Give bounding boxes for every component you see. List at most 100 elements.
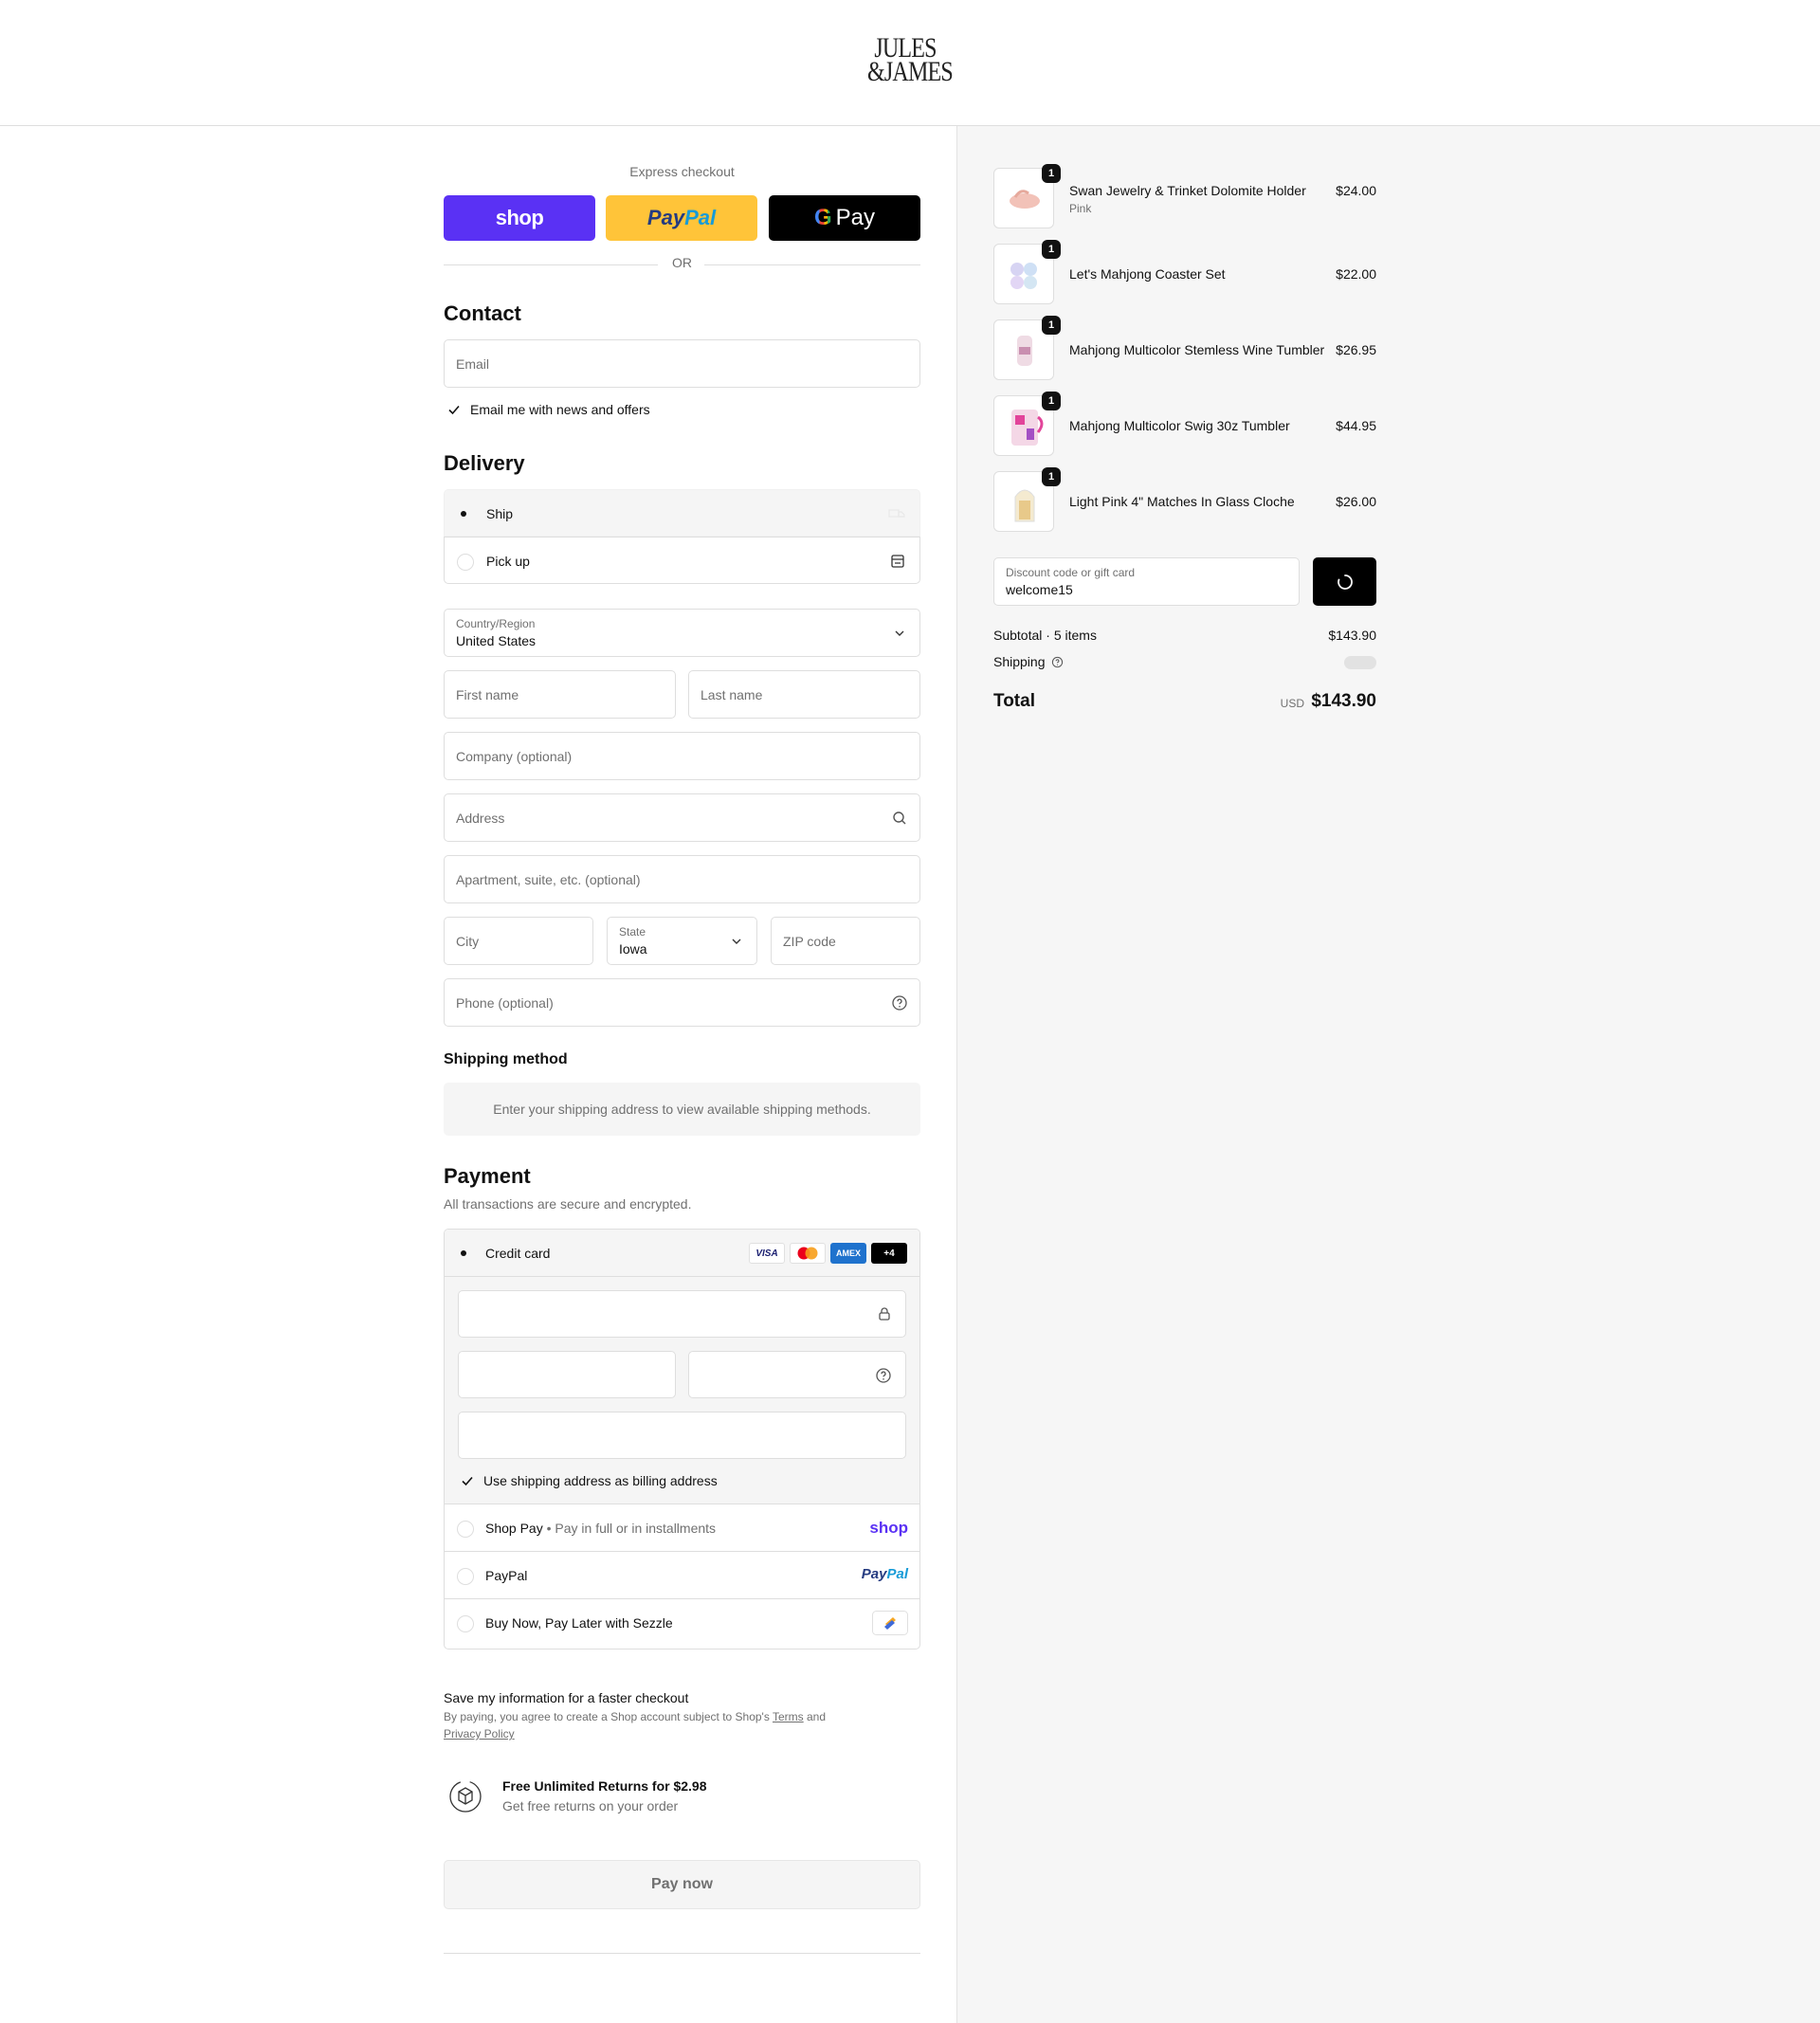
- sezzle-icon: [872, 1611, 908, 1635]
- country-select[interactable]: Country/Region United States: [444, 609, 920, 657]
- company-field[interactable]: Company (optional): [444, 732, 920, 780]
- item-name: Light Pink 4" Matches In Glass Cloche: [1069, 494, 1295, 509]
- contact-heading: Contact: [444, 301, 521, 325]
- store-icon: [891, 555, 904, 568]
- billing-same-checkbox[interactable]: Use shipping address as billing address: [461, 1473, 718, 1488]
- chevron-down-icon: [732, 939, 741, 944]
- credit-card-form: Use shipping address as billing address: [445, 1277, 919, 1504]
- item-name: Mahjong Multicolor Swig 30z Tumbler: [1069, 418, 1290, 433]
- item-name: Let's Mahjong Coaster Set: [1069, 266, 1226, 282]
- address-field[interactable]: Address: [444, 793, 920, 842]
- checkmark-icon: [462, 1476, 473, 1486]
- item-price: $44.95: [1336, 418, 1376, 433]
- privacy-policy-link[interactable]: Privacy Policy: [444, 1727, 515, 1741]
- shipping-value-placeholder: [1344, 656, 1376, 669]
- payment-option-shop-pay[interactable]: Shop Pay • Pay in full or in installment…: [445, 1504, 919, 1552]
- shop-pay-logo: shop: [869, 1519, 908, 1537]
- quantity-badge: 1: [1042, 240, 1061, 259]
- radio-unselected-icon: [457, 554, 474, 571]
- payment-heading: Payment: [444, 1164, 531, 1188]
- google-pay-label: Pay: [835, 205, 876, 230]
- zip-placeholder: ZIP code: [783, 934, 836, 949]
- google-pay-express-button[interactable]: G Pay: [769, 195, 920, 241]
- item-price: $26.00: [1336, 494, 1376, 509]
- phone-field[interactable]: Phone (optional): [444, 978, 920, 1027]
- terms-link[interactable]: Terms: [773, 1710, 804, 1723]
- pay-now-button[interactable]: Pay now: [444, 1860, 920, 1909]
- shipping-method-info: Enter your shipping address to view avai…: [444, 1083, 920, 1136]
- total-label: Total: [993, 691, 1035, 711]
- returns-title: Free Unlimited Returns for $2.98: [502, 1778, 707, 1794]
- expiration-date-field[interactable]: [458, 1351, 676, 1398]
- delivery-option-pickup[interactable]: Pick up: [444, 537, 920, 584]
- zip-field[interactable]: ZIP code: [771, 917, 920, 965]
- subtotal-row: Subtotal · 5 items $143.90: [993, 628, 1376, 643]
- quantity-badge: 1: [1042, 164, 1061, 183]
- returns-box-icon: [449, 1780, 482, 1813]
- city-field[interactable]: City: [444, 917, 593, 965]
- paypal-logo: PayPal: [861, 1566, 908, 1582]
- more-brands-badge: +4: [871, 1243, 907, 1264]
- order-item: 1 Let's Mahjong Coaster Set $22.00: [993, 240, 1376, 306]
- search-icon: [893, 811, 906, 825]
- total-row: Total USD $143.90: [993, 689, 1376, 718]
- help-circle-icon[interactable]: [875, 1367, 892, 1384]
- paypal-express-button[interactable]: Pay Pal: [606, 195, 757, 241]
- save-info-title: Save my information for a faster checkou…: [444, 1690, 689, 1705]
- radio-unselected-icon: [457, 1615, 474, 1632]
- delivery-option-ship[interactable]: Ship: [444, 489, 920, 537]
- credit-card-label: Credit card: [485, 1246, 551, 1261]
- subtotal-value: $143.90: [1328, 628, 1376, 643]
- paypal-logo-part1: Pay: [646, 206, 685, 229]
- item-name: Swan Jewelry & Trinket Dolomite Holder: [1069, 183, 1306, 198]
- or-label: OR: [672, 255, 692, 270]
- payment-option-sezzle[interactable]: Buy Now, Pay Later with Sezzle: [445, 1599, 919, 1647]
- ship-label: Ship: [486, 506, 514, 521]
- help-circle-icon[interactable]: [1051, 656, 1064, 668]
- save-info-disclaimer: By paying, you agree to create a Shop ac…: [444, 1710, 827, 1741]
- order-item: 1 Light Pink 4" Matches In Glass Cloche …: [993, 467, 1376, 534]
- country-label: Country/Region: [456, 617, 536, 630]
- apply-discount-button[interactable]: [1313, 557, 1376, 606]
- radio-selected-icon: [461, 511, 466, 517]
- brand-logo[interactable]: JULES &JAMES: [867, 34, 954, 86]
- shop-pay-note: Pay in full or in installments: [555, 1521, 717, 1536]
- help-circle-icon[interactable]: [891, 994, 908, 1012]
- name-on-card-field[interactable]: [458, 1412, 906, 1459]
- security-code-field[interactable]: [688, 1351, 906, 1398]
- apartment-field[interactable]: Apartment, suite, etc. (optional): [444, 855, 920, 903]
- quantity-badge: 1: [1042, 392, 1061, 410]
- radio-unselected-icon: [457, 1521, 474, 1538]
- country-value: United States: [456, 633, 537, 648]
- last-name-field[interactable]: Last name: [688, 670, 920, 719]
- apartment-placeholder: Apartment, suite, etc. (optional): [456, 872, 641, 887]
- city-placeholder: City: [456, 934, 480, 949]
- quantity-badge: 1: [1042, 316, 1061, 335]
- delivery-heading: Delivery: [444, 451, 525, 475]
- payment-option-paypal[interactable]: PayPal PayPal: [445, 1552, 919, 1599]
- or-divider: OR: [444, 255, 920, 274]
- order-item: 1 Swan Jewelry & Trinket Dolomite Holder…: [993, 164, 1376, 230]
- total-value: $143.90: [1311, 691, 1376, 711]
- discount-code-field[interactable]: Discount code or gift card welcome15: [993, 557, 1300, 606]
- address-placeholder: Address: [456, 811, 505, 826]
- returns-subtitle: Get free returns on your order: [502, 1798, 679, 1813]
- footer-divider: [444, 1953, 920, 1954]
- first-name-field[interactable]: First name: [444, 670, 676, 719]
- last-name-placeholder: Last name: [701, 687, 763, 702]
- chevron-down-icon: [895, 630, 904, 636]
- newsletter-checkbox[interactable]: Email me with news and offers: [447, 402, 650, 417]
- payment-methods-group: Credit card VISA AMEX +4 Use shipping ad…: [444, 1229, 920, 1649]
- payment-subtitle: All transactions are secure and encrypte…: [444, 1196, 692, 1212]
- shop-pay-express-button[interactable]: shop: [444, 195, 595, 241]
- shop-pay-logo: shop: [495, 206, 544, 229]
- state-label: State: [619, 925, 646, 939]
- payment-option-credit-card[interactable]: Credit card VISA AMEX +4: [445, 1230, 919, 1277]
- visa-icon: VISA: [749, 1243, 785, 1264]
- radio-unselected-icon: [457, 1568, 474, 1585]
- radio-selected-icon: [461, 1250, 466, 1256]
- email-field[interactable]: Email: [444, 339, 920, 388]
- card-number-field[interactable]: [458, 1290, 906, 1338]
- express-checkout-label: Express checkout: [629, 164, 735, 179]
- state-select[interactable]: State Iowa: [607, 917, 757, 965]
